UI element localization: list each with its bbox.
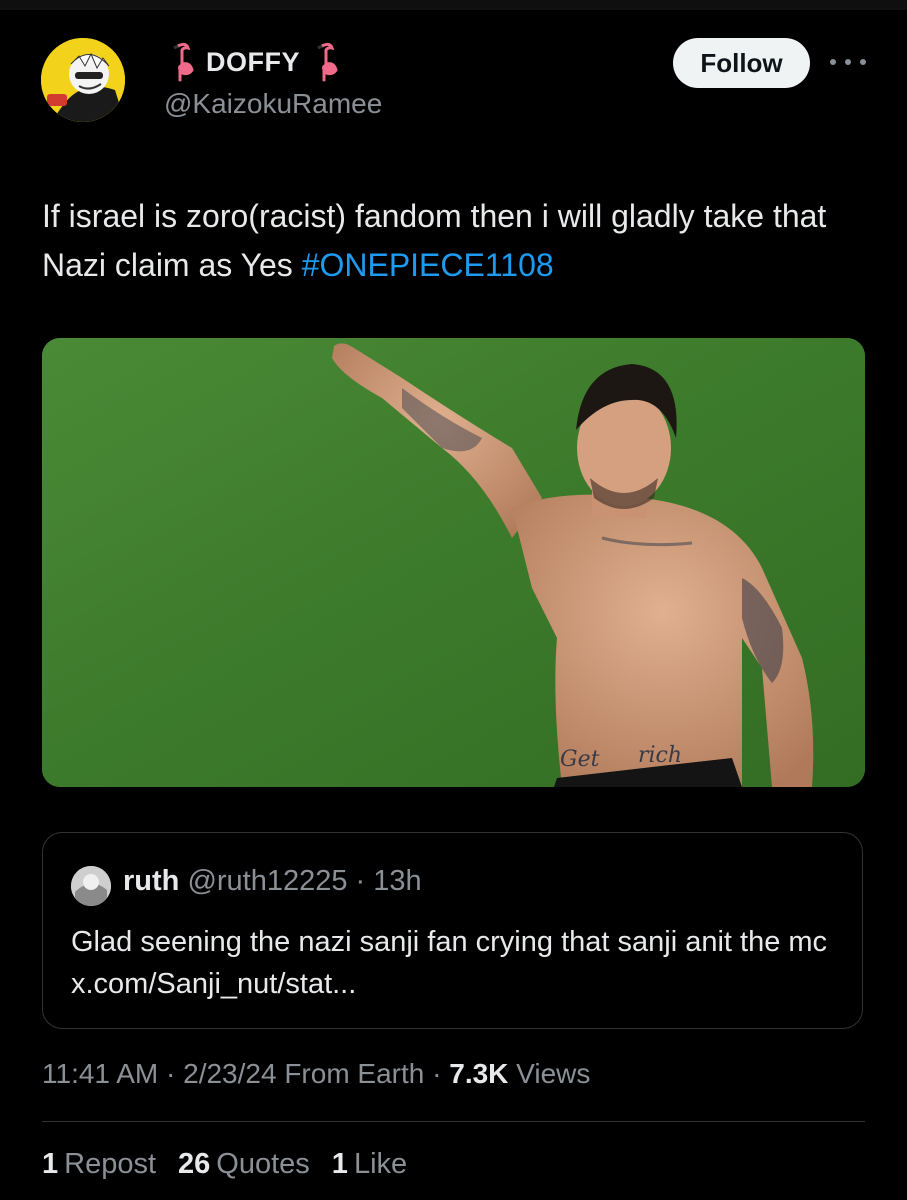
reposts-count: 1	[42, 1148, 59, 1180]
author-display-name[interactable]: DOFFY	[206, 47, 300, 78]
views-count: 7.3K	[449, 1058, 509, 1089]
author-handle[interactable]: @KaizokuRamee	[164, 88, 382, 120]
quoted-time[interactable]: 13h	[373, 865, 421, 897]
tweet-text: If israel is zoro(racist) fandom then i …	[42, 192, 862, 290]
meta-separator: ·	[158, 1058, 184, 1089]
quotes-stat[interactable]: 26 Quotes	[178, 1148, 310, 1181]
tattoo-text-rich: rich	[638, 743, 682, 768]
reposts-stat[interactable]: 1 Repost	[42, 1148, 156, 1181]
photo-shirtless-man-saluting: Get rich	[42, 338, 865, 787]
tweet-media-image[interactable]: Get rich	[42, 338, 865, 787]
likes-stat[interactable]: 1 Like	[332, 1148, 407, 1181]
flamingo-icon	[317, 42, 338, 82]
tweet-meta: 11:41 AM · 2/23/24 From Earth · 7.3K Vie…	[42, 1058, 590, 1090]
quoted-author-avatar[interactable]	[71, 866, 111, 906]
meta-separator: ·	[424, 1058, 450, 1089]
divider	[42, 1121, 865, 1122]
engagement-stats: 1 Repost 26 Quotes 1 Like	[42, 1148, 407, 1181]
quoted-tweet[interactable]: ruth @ruth12225 · 13h Glad seening the n…	[42, 832, 863, 1029]
likes-count: 1	[331, 1148, 348, 1180]
tattoo-text-get: Get	[560, 747, 600, 772]
tweet-page: DOFFY @KaizokuRamee Follow If israel is …	[0, 0, 907, 1200]
quoted-author-handle[interactable]: @ruth12225	[187, 865, 347, 897]
quotes-count: 26	[178, 1148, 211, 1180]
tweet-source: From Earth	[276, 1058, 425, 1089]
more-options-icon[interactable]	[830, 50, 866, 74]
tweet-date[interactable]: 2/23/24	[183, 1058, 276, 1089]
avatar-art	[41, 38, 125, 122]
likes-label: Like	[353, 1148, 408, 1180]
reposts-label: Repost	[64, 1148, 157, 1180]
author-avatar[interactable]	[41, 38, 125, 122]
top-edge	[0, 0, 907, 10]
hashtag-link[interactable]: #ONEPIECE1108	[302, 247, 554, 283]
views-label: Views	[508, 1058, 591, 1089]
avatar-art	[71, 866, 111, 906]
quoted-tweet-text: Glad seening the nazi sanji fan crying t…	[71, 926, 828, 1000]
quoted-author-name[interactable]: ruth	[123, 865, 179, 897]
flamingo-icon	[173, 42, 194, 82]
quoted-tweet-header: ruth @ruth12225 · 13h	[123, 865, 422, 898]
tweet-time[interactable]: 11:41 AM	[42, 1058, 158, 1089]
author-name-row[interactable]: DOFFY	[164, 42, 342, 82]
follow-button[interactable]: Follow	[673, 38, 810, 88]
quotes-label: Quotes	[216, 1148, 310, 1180]
quoted-separator: ·	[347, 865, 374, 897]
